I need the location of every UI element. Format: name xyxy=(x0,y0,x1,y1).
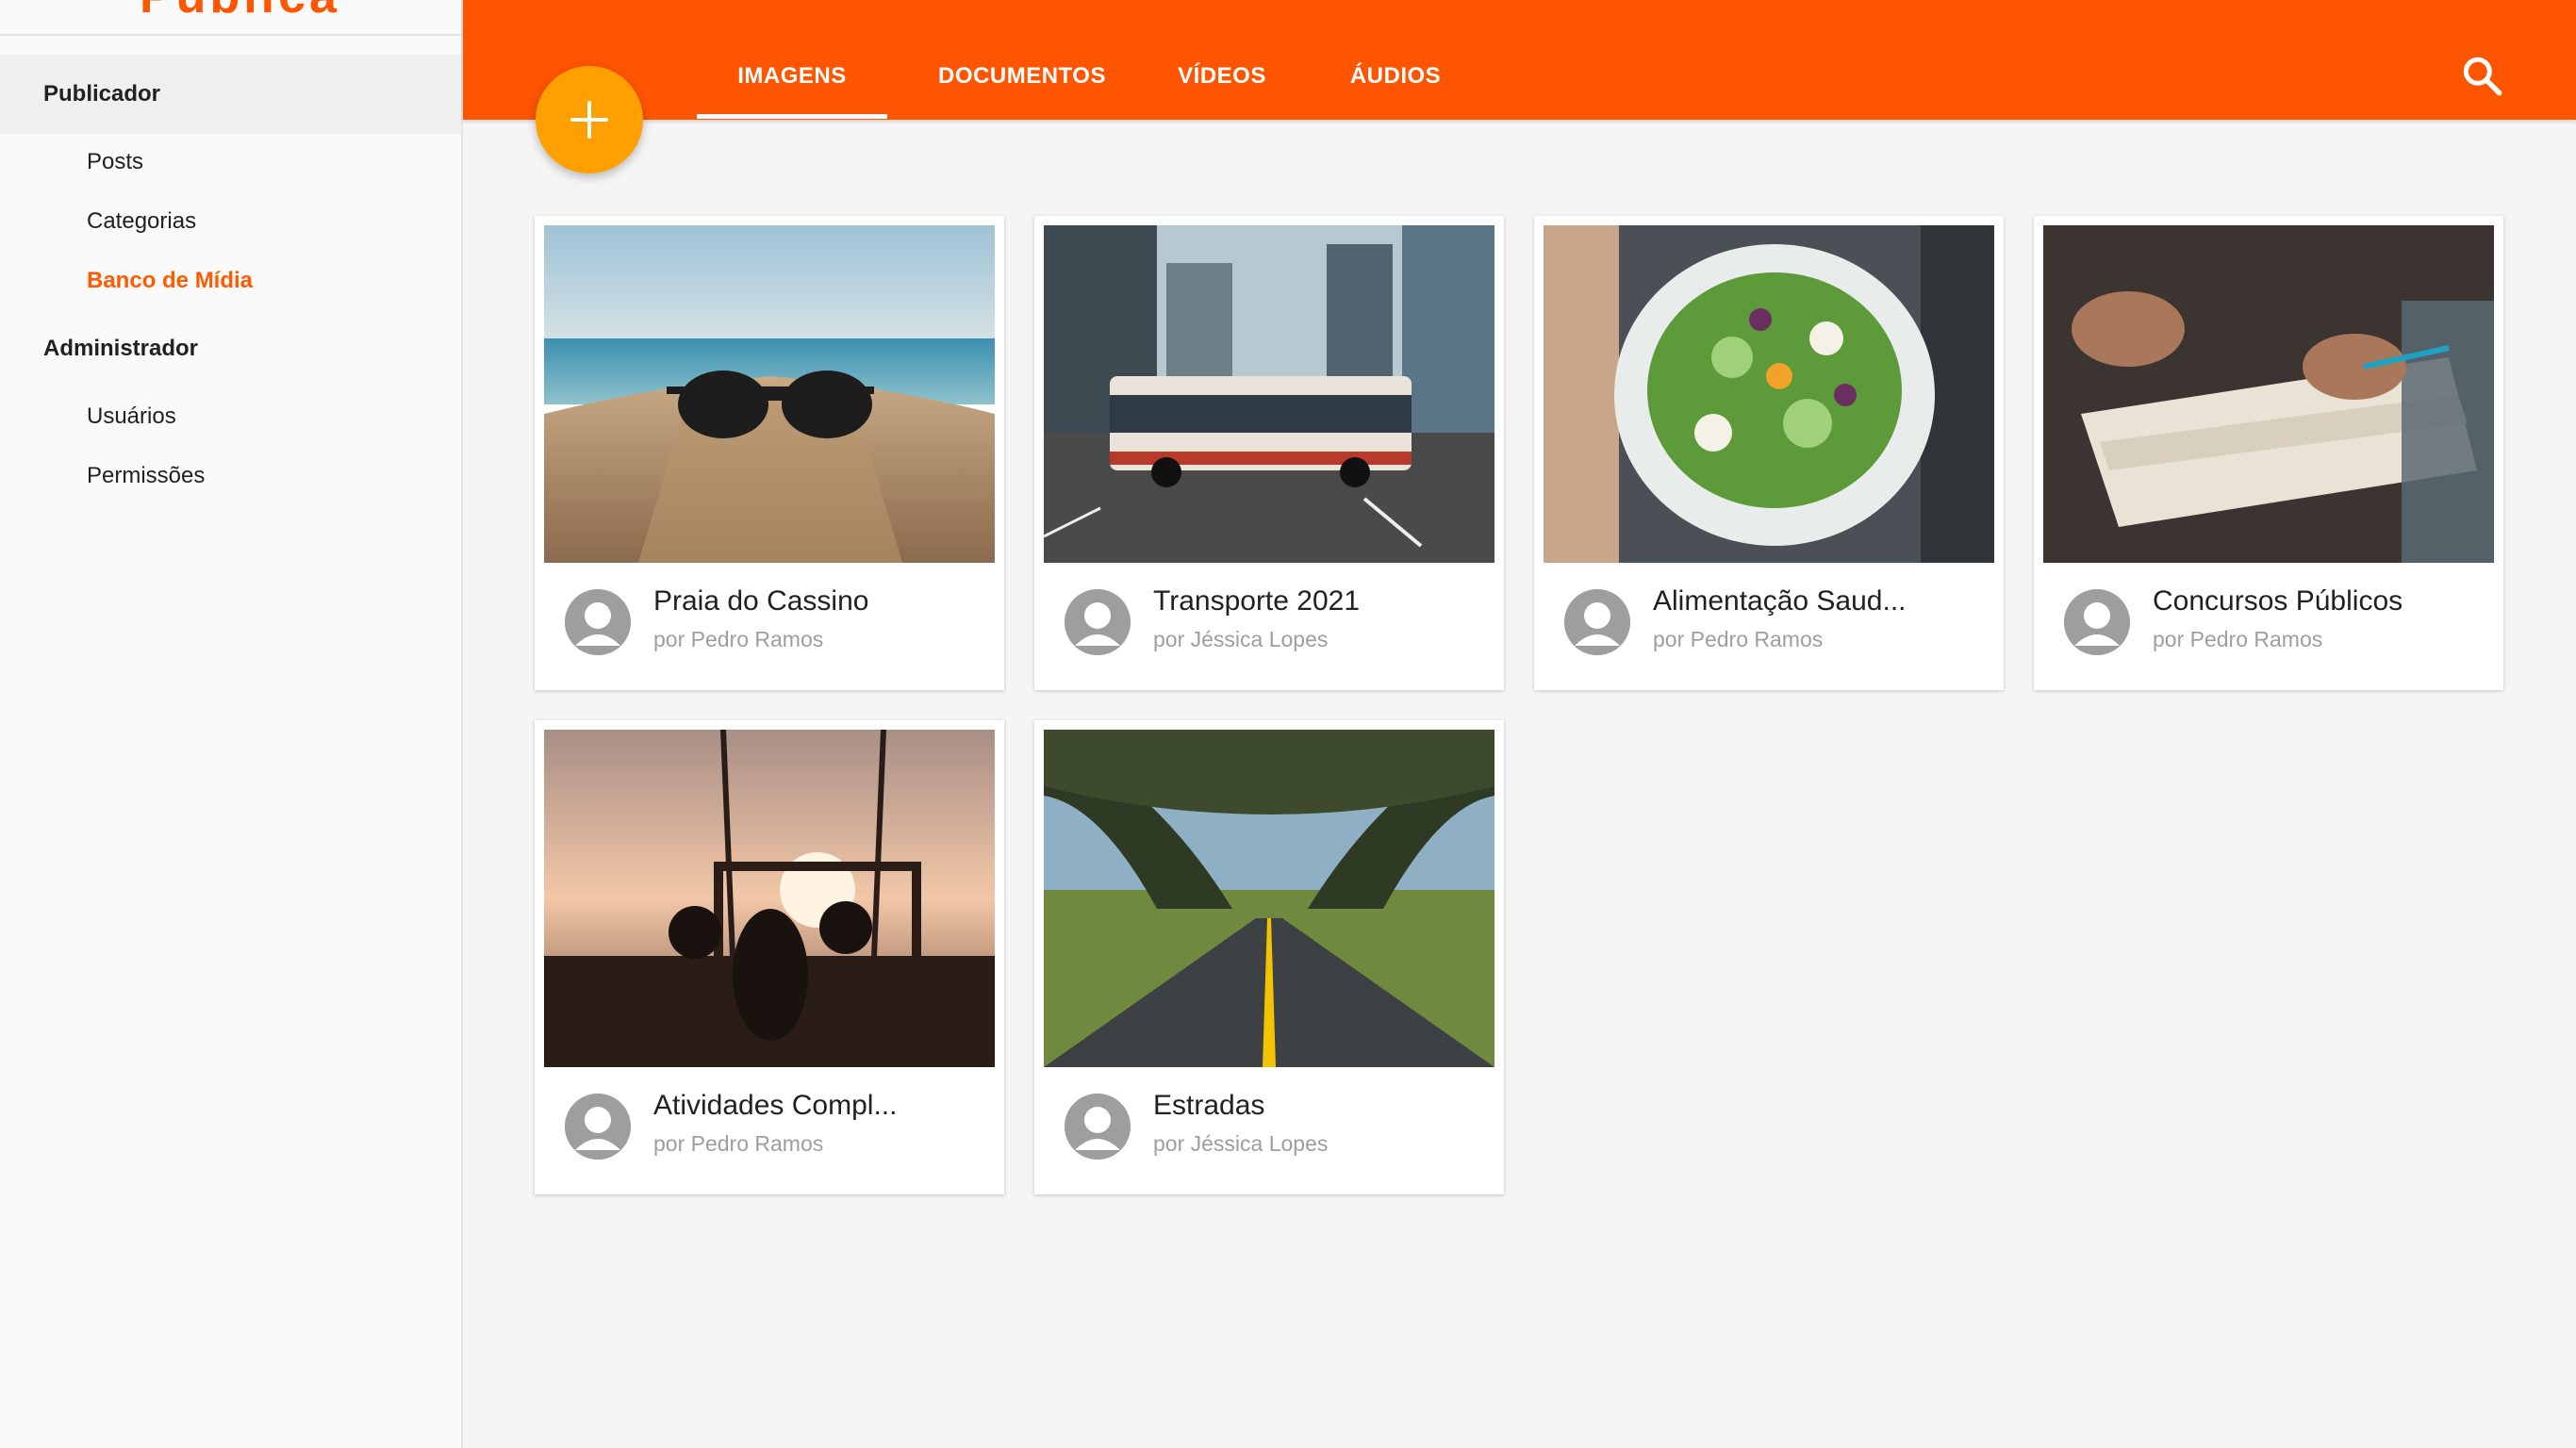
sidebar-section-publicador[interactable]: Publicador xyxy=(0,55,461,134)
media-thumbnail xyxy=(1544,225,1994,563)
media-author: por Jéssica Lopes xyxy=(1153,627,1329,651)
media-author: por Pedro Ramos xyxy=(653,627,824,651)
sidebar-section-administrador[interactable]: Administrador xyxy=(0,309,461,388)
sidebar-item-posts[interactable]: Posts xyxy=(87,143,143,181)
media-card[interactable]: Alimentação Saud... por Pedro Ramos xyxy=(1534,216,2004,690)
media-thumbnail xyxy=(544,225,995,563)
sidebar-item-usuarios[interactable]: Usuários xyxy=(87,398,176,436)
media-title: Atividades Compl... xyxy=(653,1090,898,1121)
search-button[interactable] xyxy=(2459,53,2512,106)
author-avatar xyxy=(1065,589,1131,655)
media-card[interactable]: Praia do Cassino por Pedro Ramos xyxy=(535,216,1004,690)
sidebar-item-banco-de-midia[interactable]: Banco de Mídia xyxy=(87,262,253,300)
media-thumbnail xyxy=(2043,225,2494,563)
media-author: por Pedro Ramos xyxy=(1653,627,1824,651)
tab-documentos[interactable]: DOCUMENTOS xyxy=(927,53,1117,119)
search-icon xyxy=(2463,57,2502,96)
sidebar-item-categorias[interactable]: Categorias xyxy=(87,203,196,240)
author-avatar xyxy=(565,589,631,655)
media-title: Transporte 2021 xyxy=(1153,585,1361,617)
media-title: Praia do Cassino xyxy=(653,585,869,617)
person-icon xyxy=(565,589,631,655)
person-icon xyxy=(1564,589,1630,655)
person-icon xyxy=(565,1094,631,1160)
tab-videos[interactable]: VÍDEOS xyxy=(1161,53,1283,119)
tab-audios[interactable]: ÁUDIOS xyxy=(1340,53,1451,119)
author-avatar xyxy=(2064,589,2130,655)
media-author: por Pedro Ramos xyxy=(653,1131,824,1156)
media-title: Estradas xyxy=(1153,1090,1265,1121)
media-card[interactable]: Transporte 2021 por Jéssica Lopes xyxy=(1034,216,1504,690)
media-card[interactable]: Estradas por Jéssica Lopes xyxy=(1034,720,1504,1194)
sidebar: Pública Publicador Posts Categorias Banc… xyxy=(0,0,463,1448)
media-thumbnail xyxy=(1044,225,1494,563)
person-icon xyxy=(1065,589,1131,655)
author-avatar xyxy=(1564,589,1630,655)
top-app-bar: IMAGENS DOCUMENTOS VÍDEOS ÁUDIOS xyxy=(463,0,2576,120)
media-title: Alimentação Saud... xyxy=(1653,585,1907,617)
author-avatar xyxy=(565,1094,631,1160)
person-icon xyxy=(1065,1094,1131,1160)
sidebar-item-permissoes[interactable]: Permissões xyxy=(87,457,205,495)
plus-icon xyxy=(570,101,608,139)
person-icon xyxy=(2064,589,2130,655)
tab-imagens[interactable]: IMAGENS xyxy=(697,53,887,119)
brand-logo[interactable]: Pública xyxy=(0,0,461,36)
media-title: Concursos Públicos xyxy=(2153,585,2403,617)
media-card[interactable]: Atividades Compl... por Pedro Ramos xyxy=(535,720,1004,1194)
media-thumbnail xyxy=(1044,730,1494,1067)
media-author: por Jéssica Lopes xyxy=(1153,1131,1329,1156)
brand-name: Pública xyxy=(140,0,340,25)
media-author: por Pedro Ramos xyxy=(2153,627,2323,651)
media-card[interactable]: Concursos Públicos por Pedro Ramos xyxy=(2034,216,2503,690)
author-avatar xyxy=(1065,1094,1131,1160)
add-media-button[interactable] xyxy=(536,66,643,173)
media-thumbnail xyxy=(544,730,995,1067)
